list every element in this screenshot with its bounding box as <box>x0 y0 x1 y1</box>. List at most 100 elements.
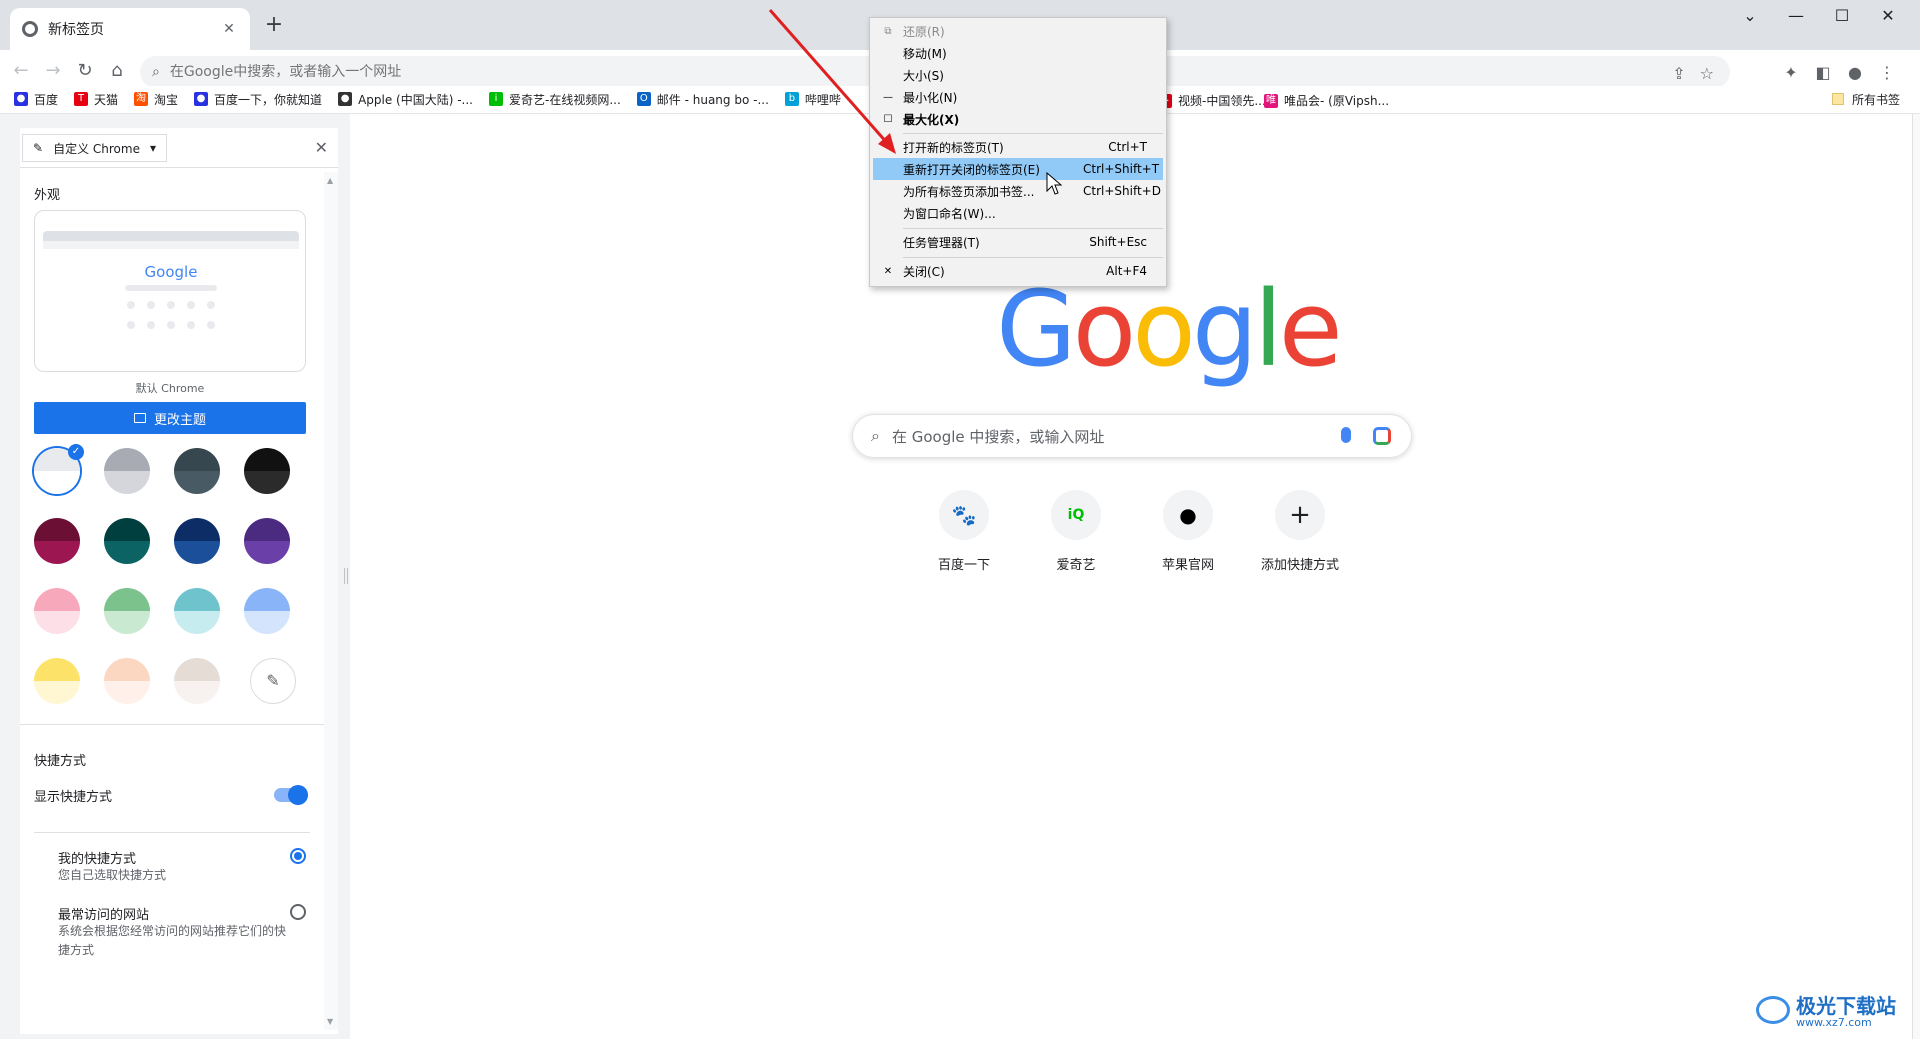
bookmark-item[interactable]: ● Apple (中国大陆) -... <box>338 91 473 108</box>
show-shortcuts-toggle[interactable] <box>274 785 308 805</box>
bookmark-item[interactable]: ▶视频-中国领先... <box>1158 92 1266 109</box>
my-shortcuts-radio[interactable] <box>290 848 306 864</box>
bookmark-item[interactable]: 淘淘宝 <box>134 91 178 108</box>
most-visited-title: 最常访问的网站 <box>58 908 150 923</box>
most-visited-desc: 系统会根据您经常访问的网站推荐它们的快捷方式 <box>58 924 287 957</box>
scroll-up-icon[interactable]: ▲ <box>327 176 333 185</box>
new-tab-button[interactable]: + <box>262 14 286 38</box>
theme-swatch-pink[interactable] <box>34 588 80 634</box>
bookmark-star-icon[interactable]: ☆ <box>1700 64 1714 83</box>
scrollbar[interactable]: ▲ ▼ <box>324 172 338 1030</box>
theme-swatch-purple[interactable] <box>244 518 290 564</box>
restore-icon: ⧉ <box>884 25 892 37</box>
add-shortcut-tile[interactable]: + 添加快捷方式 <box>1244 490 1356 573</box>
theme-swatch-green[interactable] <box>104 588 150 634</box>
maximize-window-button[interactable]: ☐ <box>1822 6 1862 25</box>
shortcut-tile[interactable]: iQ 爱奇艺 <box>1020 490 1132 573</box>
bookmark-item[interactable]: 唯唯品会- (原Vipsh... <box>1264 92 1389 109</box>
menu-item-name-window[interactable]: 为窗口命名(W)... <box>873 202 1163 224</box>
chevron-down-icon: ▾ <box>149 141 156 155</box>
close-window-button[interactable]: ✕ <box>1868 6 1908 25</box>
menu-item-reopen-closed-tab[interactable]: 重新打开关闭的标签页(E) Ctrl+Shift+T <box>873 158 1163 180</box>
my-shortcuts-desc: 您自己选取快捷方式 <box>58 868 167 882</box>
bookmark-item[interactable]: T 天猫 <box>74 91 118 108</box>
back-button[interactable]: ← <box>10 60 32 82</box>
theme-swatch-navy[interactable] <box>174 518 220 564</box>
ntp-search-box[interactable]: ⌕ 在 Google 中搜索，或输入网址 <box>852 414 1412 458</box>
shortcut-tile[interactable]: 🐾 百度一下 <box>908 490 1020 573</box>
menu-item-maximize[interactable]: ☐ 最大化(X) <box>873 108 1163 130</box>
menu-item-close[interactable]: ✕ 关闭(C) Alt+F4 <box>873 260 1163 282</box>
minimize-icon: — <box>883 91 893 103</box>
side-panel-header: ✎ 自定义 Chrome ▾ ✕ <box>20 128 338 168</box>
pencil-icon: ✎ <box>33 141 44 155</box>
extensions-icon[interactable]: ✦ <box>1780 62 1802 84</box>
theme-swatch-slate[interactable] <box>174 448 220 494</box>
minimize-window-button[interactable]: — <box>1776 6 1816 25</box>
change-theme-button[interactable]: 更改主题 <box>34 402 306 434</box>
bookmark-item[interactable]: b 哔哩哔 <box>784 91 841 108</box>
shortcut-tile[interactable]: ● 苹果官网 <box>1132 490 1244 573</box>
theme-swatch-teal[interactable] <box>104 518 150 564</box>
microphone-icon[interactable] <box>1341 427 1351 443</box>
customize-chrome-panel: ✎ 自定义 Chrome ▾ ✕ 外观 Google 默认 Chrome 更改主… <box>20 128 338 1034</box>
checkmark-icon: ✓ <box>68 444 84 460</box>
menu-item-size[interactable]: 大小(S) <box>873 64 1163 86</box>
tab-search-icon[interactable]: ⌄ <box>1730 6 1770 25</box>
side-panel-icon[interactable]: ◧ <box>1812 62 1834 84</box>
bookmark-item[interactable]: ● 百度一下，你就知道 <box>194 91 322 108</box>
all-bookmarks-button[interactable]: 所有书签 <box>1831 86 1900 112</box>
theme-swatch-peach[interactable] <box>104 658 150 704</box>
theme-swatch-blue[interactable] <box>244 588 290 634</box>
menu-item-restore[interactable]: ⧉ 还原(R) <box>873 20 1163 42</box>
watermark: 极光下载站 www.xz7.com <box>1756 990 1916 1034</box>
baidu-icon: ● <box>194 92 209 106</box>
color-picker-icon[interactable]: ✎ <box>250 658 296 704</box>
theme-swatch-yellow[interactable] <box>34 658 80 704</box>
bookmark-item[interactable]: i 爱奇艺-在线视频网... <box>489 91 621 108</box>
theme-swatch-black[interactable] <box>244 448 290 494</box>
reload-button[interactable]: ↻ <box>74 60 96 82</box>
side-panel-dropdown[interactable]: ✎ 自定义 Chrome ▾ <box>22 134 167 162</box>
theme-swatch-grey[interactable] <box>104 448 150 494</box>
home-button[interactable]: ⌂ <box>106 60 128 82</box>
theme-swatch-aqua[interactable] <box>174 588 220 634</box>
theme-swatch-beige[interactable] <box>174 658 220 704</box>
image-icon <box>133 413 146 423</box>
profile-avatar[interactable]: ● <box>1844 62 1866 84</box>
side-panel-content[interactable]: 外观 Google 默认 Chrome 更改主题 ✓ ✎ 快捷方式 显示快捷方式… <box>20 172 324 1030</box>
menu-item-bookmark-all-tabs[interactable]: 为所有标签页添加书签... Ctrl+Shift+D <box>873 180 1163 202</box>
bookmark-item[interactable]: O 邮件 - huang bo -... <box>636 91 769 108</box>
bookmark-item[interactable]: ● 百度 <box>14 91 58 108</box>
tmall-icon: T <box>74 92 89 106</box>
appearance-title: 外观 <box>34 188 61 203</box>
side-panel: ✎ 自定义 Chrome ▾ ✕ 外观 Google 默认 Chrome 更改主… <box>0 114 350 1039</box>
menu-item-task-manager[interactable]: 任务管理器(T) Shift+Esc <box>873 231 1163 253</box>
page-scrollbar[interactable] <box>1912 114 1920 1039</box>
divider <box>20 724 324 725</box>
chrome-icon <box>22 21 38 37</box>
bilibili-icon: b <box>784 92 799 106</box>
outlook-icon: O <box>636 92 651 106</box>
menu-item-new-tab[interactable]: 打开新的标签页(T) Ctrl+T <box>873 136 1163 158</box>
scroll-down-icon[interactable]: ▼ <box>327 1017 333 1026</box>
panel-resize-handle[interactable] <box>344 568 348 584</box>
most-visited-radio[interactable] <box>290 904 306 920</box>
vip-icon: 唯 <box>1264 93 1278 108</box>
theme-swatch-wine[interactable] <box>34 518 80 564</box>
share-icon[interactable]: ⇪ <box>1672 64 1685 83</box>
plus-icon: + <box>1275 490 1325 540</box>
menu-kebab-icon[interactable]: ⋮ <box>1876 62 1898 84</box>
tab-new-tab[interactable]: 新标签页 ✕ <box>10 8 250 50</box>
forward-button[interactable]: → <box>42 60 64 82</box>
menu-item-move[interactable]: 移动(M) <box>873 42 1163 64</box>
close-tab-icon[interactable]: ✕ <box>220 21 238 37</box>
apple-icon: ● <box>1163 490 1213 540</box>
shortcuts-title: 快捷方式 <box>34 754 87 769</box>
search-icon: ⌕ <box>871 426 880 445</box>
google-lens-icon[interactable] <box>1373 427 1391 445</box>
menu-item-minimize[interactable]: — 最小化(N) <box>873 86 1163 108</box>
theme-preview: Google <box>34 210 306 372</box>
window-context-menu: ⧉ 还原(R) 移动(M) 大小(S) — 最小化(N) ☐ 最大化(X) 打开新的标… <box>869 17 1167 287</box>
close-icon[interactable]: ✕ <box>315 138 328 157</box>
